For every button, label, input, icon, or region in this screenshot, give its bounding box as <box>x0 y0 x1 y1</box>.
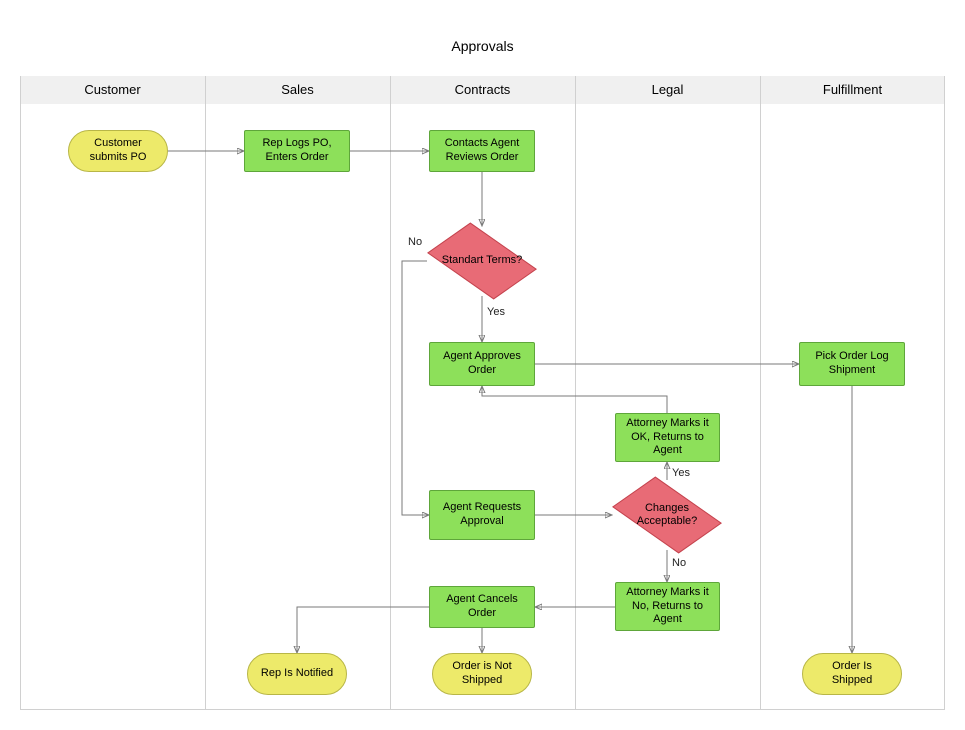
flowchart-canvas: Approvals Customer Sales Contracts Legal… <box>20 20 945 710</box>
lane-header-legal: Legal <box>575 76 760 104</box>
terminator-customer-submits: Customer submits PO <box>68 130 168 172</box>
lane-divider <box>944 76 945 710</box>
terminator-order-shipped: Order Is Shipped <box>802 653 902 695</box>
decision-changes-acceptable: Changes Acceptable? <box>612 480 722 550</box>
process-pick-order: Pick Order Log Shipment <box>799 342 905 386</box>
decision-changes-acceptable-label: Changes Acceptable? <box>612 480 722 550</box>
edge-label-no2: No <box>672 557 686 569</box>
lane-divider <box>205 76 206 710</box>
edge-label-yes2: Yes <box>672 467 690 479</box>
lane-header-contracts: Contracts <box>390 76 575 104</box>
lane-header-customer: Customer <box>20 76 205 104</box>
decision-standard-terms: Standart Terms? <box>427 226 537 296</box>
edge-label-no: No <box>408 236 422 248</box>
chart-title: Approvals <box>20 38 945 54</box>
process-agent-requests: Agent Requests Approval <box>429 490 535 540</box>
lane-bottom-border <box>20 709 945 710</box>
process-agent-cancels: Agent Cancels Order <box>429 586 535 628</box>
edge-label-yes: Yes <box>487 306 505 318</box>
process-agent-approves: Agent Approves Order <box>429 342 535 386</box>
lane-divider <box>20 76 21 710</box>
lane-divider <box>760 76 761 710</box>
terminator-order-not-shipped: Order is Not Shipped <box>432 653 532 695</box>
process-contacts-agent: Contacts Agent Reviews Order <box>429 130 535 172</box>
lane-divider <box>575 76 576 710</box>
terminator-rep-notified: Rep Is Notified <box>247 653 347 695</box>
process-attorney-ok: Attorney Marks it OK, Returns to Agent <box>615 413 720 462</box>
lane-divider <box>390 76 391 710</box>
process-attorney-no: Attorney Marks it No, Returns to Agent <box>615 582 720 631</box>
lane-header-fulfillment: Fulfillment <box>760 76 945 104</box>
decision-standard-terms-label: Standart Terms? <box>427 226 537 296</box>
process-rep-logs: Rep Logs PO, Enters Order <box>244 130 350 172</box>
lane-header-sales: Sales <box>205 76 390 104</box>
